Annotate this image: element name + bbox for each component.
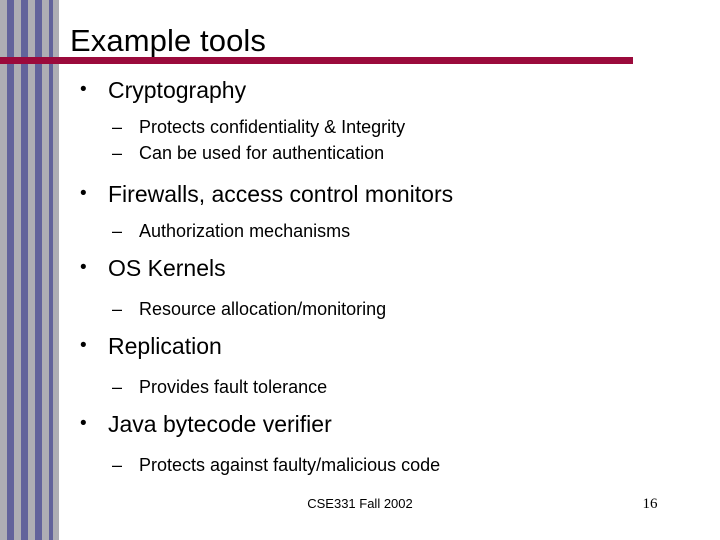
bullet-label: Replication (108, 333, 222, 359)
bullet-marker-icon: • (80, 257, 87, 278)
sub-bullet-label: Resource allocation/monitoring (139, 299, 387, 319)
sub-bullet-label: Provides fault tolerance (139, 377, 328, 397)
footer-course-label: CSE331 Fall 2002 (307, 496, 413, 511)
bullet-item: • Cryptography (0, 74, 720, 106)
slide-title: Example tools (70, 23, 267, 58)
bullet-marker-icon: • (80, 335, 87, 356)
dash-marker-icon: – (112, 455, 123, 475)
bullet-item: • OS Kernels (0, 252, 720, 284)
sub-bullet-item: – Protects against faulty/malicious code (0, 452, 720, 478)
dash-marker-icon: – (112, 221, 123, 241)
sub-bullet-item: – Provides fault tolerance (0, 374, 720, 400)
sub-bullet-item: – Protects confidentiality & Integrity (0, 114, 720, 140)
dash-marker-icon: – (112, 299, 123, 319)
bullet-marker-icon: • (80, 79, 87, 100)
slide-body: • Cryptography – Protects confidentialit… (0, 74, 720, 478)
slide: Example tools • Cryptography – Protects … (0, 0, 720, 540)
bullet-label: OS Kernels (108, 255, 226, 281)
bullet-item: • Java bytecode verifier (0, 408, 720, 440)
sub-bullet-item: – Resource allocation/monitoring (0, 296, 720, 322)
sub-bullet-item: – Authorization mechanisms (0, 218, 720, 244)
bullet-marker-icon: • (80, 413, 87, 434)
sub-bullet-label: Authorization mechanisms (139, 221, 351, 241)
bullet-label: Firewalls, access control monitors (108, 181, 454, 207)
sub-bullet-item: – Can be used for authentication (0, 140, 720, 166)
bullet-item: • Firewalls, access control monitors (0, 178, 720, 210)
dash-marker-icon: – (112, 377, 123, 397)
sub-bullet-label: Can be used for authentication (139, 143, 385, 163)
slide-page-number: 16 (642, 496, 658, 512)
dash-marker-icon: – (112, 143, 123, 163)
sub-bullet-label: Protects confidentiality & Integrity (139, 117, 406, 137)
bullet-marker-icon: • (80, 183, 87, 204)
sub-bullet-label: Protects against faulty/malicious code (139, 455, 441, 475)
bullet-label: Java bytecode verifier (108, 411, 332, 437)
title-divider-rule (0, 57, 633, 64)
bullet-item: • Replication (0, 330, 720, 362)
dash-marker-icon: – (112, 117, 123, 137)
bullet-label: Cryptography (108, 77, 247, 103)
